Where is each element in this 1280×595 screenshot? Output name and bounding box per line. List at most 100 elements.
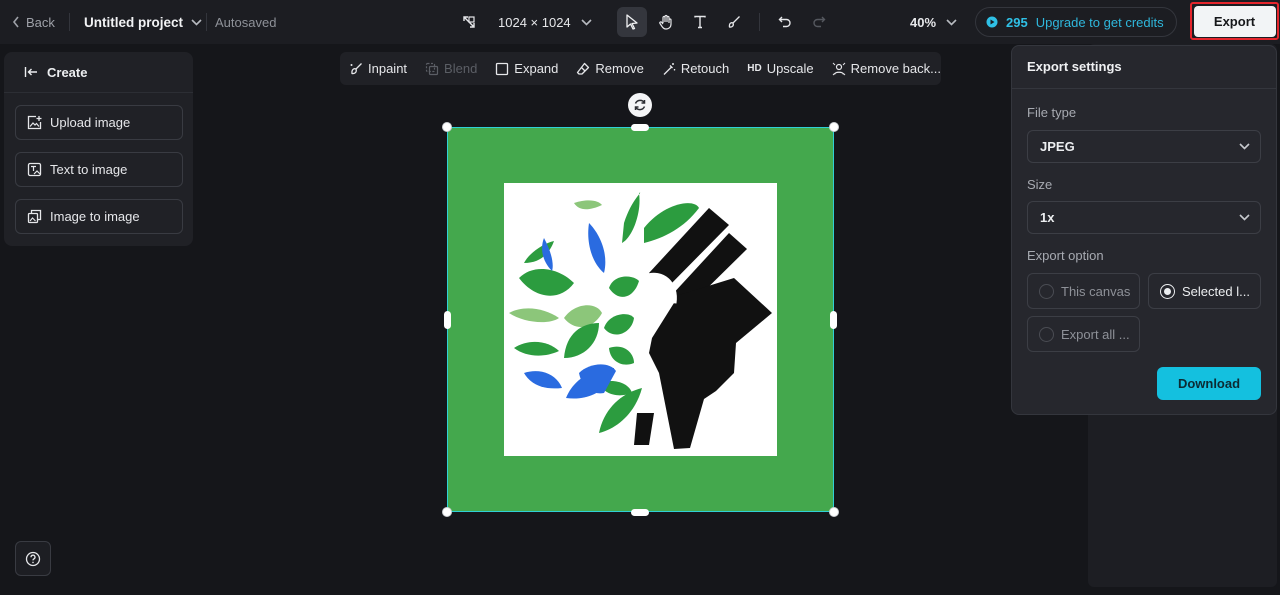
export-settings-panel: Export settings File type JPEG Size 1x E… <box>1011 45 1277 415</box>
option-label: Selected l... <box>1182 283 1250 299</box>
undo-icon <box>778 16 791 28</box>
resize-handle-bottom[interactable] <box>631 509 649 516</box>
brush-leaves-illustration <box>509 192 772 449</box>
image-to-image-icon <box>27 209 42 224</box>
credits-count: 295 <box>1006 14 1028 30</box>
create-panel: Create Upload image Text to image Image … <box>4 52 193 246</box>
resize-handle-bottom-right[interactable] <box>829 507 839 517</box>
option-export-all[interactable]: Export all ... <box>1027 316 1140 352</box>
expand-label: Expand <box>514 61 559 76</box>
text-icon <box>694 15 706 29</box>
export-settings-title: Export settings <box>1027 59 1122 74</box>
select-tool-button[interactable] <box>617 7 647 37</box>
redo-icon <box>813 16 826 28</box>
size-select[interactable]: 1x <box>1027 201 1261 234</box>
credits-pill[interactable]: 295 Upgrade to get credits <box>975 7 1177 37</box>
retouch-label: Retouch <box>680 61 730 76</box>
remove-label: Remove <box>595 61 644 76</box>
redo-button[interactable] <box>804 7 834 37</box>
hd-icon: HD <box>747 63 762 74</box>
image-to-image-button[interactable]: Image to image <box>15 199 183 234</box>
autosaved-status: Autosaved <box>215 14 277 30</box>
upscale-button[interactable]: HD Upscale <box>747 61 813 76</box>
image-edit-toolbar: Inpaint Blend Expand Remove Retouch HD U… <box>340 52 941 85</box>
export-option-label: Export option <box>1027 248 1104 263</box>
file-type-value: JPEG <box>1040 139 1075 154</box>
canvas-dimensions: 1024 × 1024 <box>498 14 571 30</box>
zoom-level: 40% <box>910 14 937 30</box>
text-to-image-button[interactable]: Text to image <box>15 152 183 187</box>
chevron-down-icon <box>191 18 202 26</box>
project-title-dropdown[interactable]: Untitled project <box>84 0 202 44</box>
top-bar: Back Untitled project Autosaved 1024 × 1… <box>0 0 1280 44</box>
chevron-down-icon <box>1239 143 1250 150</box>
upgrade-link[interactable]: Upgrade to get credits <box>1036 15 1164 30</box>
upscale-label: Upscale <box>766 61 814 76</box>
divider <box>1012 88 1276 89</box>
option-selected-layers[interactable]: Selected l... <box>1148 273 1261 309</box>
resize-handle-top-left[interactable] <box>442 122 452 132</box>
size-value: 1x <box>1040 210 1055 225</box>
option-label: Export all ... <box>1061 326 1130 342</box>
retouch-button[interactable]: Retouch <box>662 61 729 76</box>
download-button[interactable]: Download <box>1157 367 1261 400</box>
chevron-left-icon <box>12 16 19 28</box>
upload-image-icon <box>27 115 42 130</box>
radio-selected-icon <box>1160 283 1175 299</box>
rotate-handle[interactable] <box>628 93 652 117</box>
collapse-left-icon <box>24 67 37 77</box>
create-panel-title: Create <box>47 64 88 80</box>
option-label: This canvas <box>1061 283 1131 299</box>
divider <box>69 13 70 31</box>
undo-button[interactable] <box>770 7 800 37</box>
text-tool-button[interactable] <box>685 7 715 37</box>
resize-icon <box>463 16 475 28</box>
file-type-label: File type <box>1027 105 1077 120</box>
remove-background-button[interactable]: Remove back... <box>832 61 941 76</box>
divider <box>206 13 207 31</box>
export-button[interactable]: Export <box>1193 5 1276 37</box>
rotate-icon <box>634 99 646 111</box>
resize-handle-right[interactable] <box>830 311 837 329</box>
create-panel-header[interactable]: Create <box>4 52 193 93</box>
zoom-dropdown[interactable]: 40% <box>910 0 957 44</box>
inpaint-icon <box>350 62 362 74</box>
blend-icon <box>425 62 439 75</box>
image-to-image-label: Image to image <box>50 209 140 224</box>
export-button-highlight: Export <box>1190 2 1279 40</box>
text-to-image-label: Text to image <box>50 162 128 177</box>
retouch-icon <box>663 62 676 75</box>
upload-image-button[interactable]: Upload image <box>15 105 183 140</box>
resize-handle-bottom-left[interactable] <box>442 507 452 517</box>
text-to-image-icon <box>27 162 42 177</box>
remove-background-label: Remove back... <box>850 61 941 76</box>
blend-label: Blend <box>444 61 478 76</box>
eraser-icon <box>577 62 590 75</box>
brush-icon <box>728 16 740 28</box>
resize-handle-top-right[interactable] <box>829 122 839 132</box>
expand-icon <box>496 62 509 75</box>
brush-tool-button[interactable] <box>719 7 749 37</box>
logo-artwork <box>504 183 777 456</box>
blend-button[interactable]: Blend <box>425 61 477 76</box>
chevron-down-icon <box>946 18 957 26</box>
back-button[interactable]: Back <box>12 0 55 44</box>
hand-icon <box>659 14 672 30</box>
file-type-select[interactable]: JPEG <box>1027 130 1261 163</box>
radio-icon <box>1039 326 1054 342</box>
cursor-icon <box>626 14 638 30</box>
canvas-size-dropdown[interactable]: 1024 × 1024 <box>462 0 592 44</box>
remove-button[interactable]: Remove <box>576 61 644 76</box>
inpaint-label: Inpaint <box>368 61 408 76</box>
hand-tool-button[interactable] <box>651 7 681 37</box>
option-this-canvas[interactable]: This canvas <box>1027 273 1140 309</box>
resize-handle-left[interactable] <box>444 311 451 329</box>
back-label: Back <box>26 14 55 30</box>
help-button[interactable] <box>15 541 51 576</box>
resize-handle-top[interactable] <box>631 124 649 131</box>
inpaint-button[interactable]: Inpaint <box>349 61 407 76</box>
expand-button[interactable]: Expand <box>495 61 558 76</box>
canvas-tools <box>617 0 834 44</box>
upload-image-label: Upload image <box>50 115 131 130</box>
chevron-down-icon <box>581 18 592 26</box>
